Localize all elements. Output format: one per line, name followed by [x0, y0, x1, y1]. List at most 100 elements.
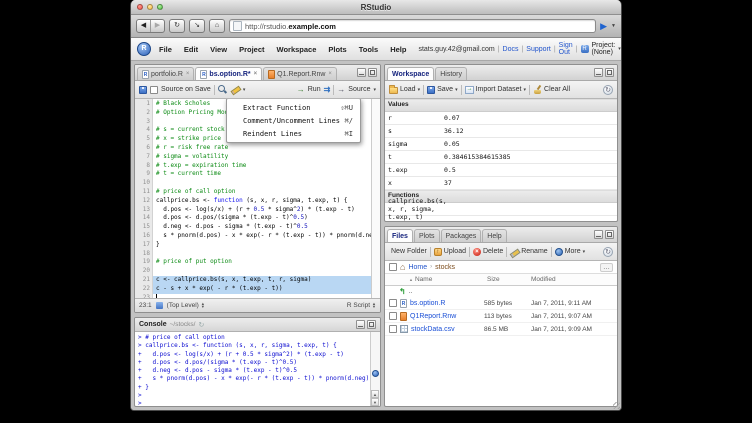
- code-line[interactable]: # t.exp = expiration time: [156, 162, 371, 171]
- more-button[interactable]: More▾: [555, 248, 585, 256]
- workspace-row[interactable]: t.exp0.5: [385, 164, 617, 177]
- refresh-icon[interactable]: [603, 85, 613, 95]
- menu-item-extract-function[interactable]: Extract Function⇧⌘U: [227, 101, 360, 114]
- workspace-row[interactable]: sigma0.05: [385, 138, 617, 151]
- maximize-pane-icon[interactable]: [605, 68, 614, 77]
- window-titlebar[interactable]: RStudio: [131, 0, 621, 15]
- scroll-down-icon[interactable]: ▼: [371, 398, 379, 406]
- toolbar-caret-icon[interactable]: ▼: [611, 23, 616, 29]
- link-support[interactable]: Support: [526, 46, 551, 53]
- breadcrumb-home[interactable]: Home: [408, 264, 427, 271]
- column-size[interactable]: Size: [487, 276, 531, 283]
- source-on-save-checkbox[interactable]: [150, 86, 158, 94]
- breadcrumb-overflow[interactable]: …: [600, 263, 613, 272]
- project-selector[interactable]: Project: (None): [592, 42, 616, 56]
- play-icon[interactable]: ▶: [600, 20, 607, 32]
- refresh-icon[interactable]: [603, 247, 613, 257]
- import-dataset-button[interactable]: Import Dataset▾: [465, 86, 526, 94]
- file-row[interactable]: Q1Report.Rnw113 bytesJan 7, 2011, 9:07 A…: [385, 310, 617, 323]
- menu-workspace[interactable]: Workspace: [277, 45, 317, 54]
- rerun-icon[interactable]: ⇉: [324, 85, 331, 94]
- menu-item-reindent-lines[interactable]: Reindent Lines⌘I: [227, 127, 360, 140]
- code-line[interactable]: c - s + x * exp( - r * (t.exp - t)): [153, 285, 371, 294]
- close-tab-icon[interactable]: ×: [254, 71, 258, 77]
- workspace-row[interactable]: s36.12: [385, 125, 617, 138]
- save-button[interactable]: Save▾: [427, 86, 457, 94]
- link-sign-out[interactable]: Sign Out: [559, 42, 573, 56]
- code-line[interactable]: # t = current time: [156, 170, 371, 179]
- menu-plots[interactable]: Plots: [328, 45, 346, 54]
- code-line[interactable]: c <- callprice.bs(s, x, t.exp, t, r, sig…: [153, 276, 371, 285]
- file-row[interactable]: stockData.csv86.5 MBJan 7, 2011, 9:09 AM: [385, 323, 617, 336]
- maximize-pane-icon[interactable]: [368, 68, 377, 77]
- menu-edit[interactable]: Edit: [184, 45, 198, 54]
- file-name-link[interactable]: Q1Report.Rnw: [400, 312, 481, 321]
- resize-grip[interactable]: [613, 402, 620, 409]
- parent-directory-row[interactable]: ..: [385, 286, 617, 297]
- code-line[interactable]: d.pos <- d.pos/(sigma * (t.exp - t)^0.5): [156, 214, 371, 223]
- file-checkbox[interactable]: [389, 325, 397, 333]
- menu-tools[interactable]: Tools: [359, 45, 378, 54]
- tab-bs-option-r[interactable]: bs.option.R*×: [195, 67, 262, 80]
- clear-all-button[interactable]: Clear All: [533, 85, 570, 94]
- file-name-link[interactable]: bs.option.R: [400, 299, 481, 308]
- menu-help[interactable]: Help: [390, 45, 406, 54]
- run-button[interactable]: Run: [308, 86, 321, 93]
- code-line[interactable]: d.neg <- d.pos - sigma * (t.exp - t)^0.5: [156, 223, 371, 232]
- workspace-row[interactable]: r0.07: [385, 112, 617, 125]
- tab-packages[interactable]: Packages: [441, 229, 482, 242]
- source-button[interactable]: Source: [348, 86, 370, 93]
- close-tab-icon[interactable]: ×: [186, 71, 190, 77]
- workspace-row[interactable]: x37: [385, 177, 617, 190]
- editor-scrollbar[interactable]: [371, 99, 380, 298]
- code-line[interactable]: callprice.bs <- function (s, x, r, sigma…: [156, 197, 371, 206]
- save-icon[interactable]: [139, 86, 147, 94]
- code-tools-icon[interactable]: [230, 85, 240, 94]
- new-folder-button[interactable]: New Folder: [389, 248, 427, 255]
- back-button[interactable]: ◀: [137, 20, 150, 32]
- select-all-checkbox[interactable]: [389, 263, 397, 271]
- fullscreen-button[interactable]: ↘: [189, 19, 205, 33]
- maximize-pane-icon[interactable]: [605, 230, 614, 239]
- code-line[interactable]: # price of call option: [156, 188, 371, 197]
- code-line[interactable]: [156, 267, 371, 276]
- minimize-pane-icon[interactable]: [357, 68, 366, 77]
- code-line[interactable]: [156, 250, 371, 259]
- file-checkbox[interactable]: [389, 312, 397, 320]
- code-editor[interactable]: 1234567891011121314151617181920212223 # …: [135, 99, 380, 298]
- address-bar[interactable]: http://rstudio.example.com: [229, 19, 596, 33]
- tab-workspace[interactable]: Workspace: [387, 67, 434, 80]
- file-type-selector[interactable]: R Script: [347, 302, 376, 309]
- forward-button[interactable]: ▶: [150, 20, 164, 32]
- rename-button[interactable]: Rename: [510, 248, 547, 256]
- tab-portfolio-r[interactable]: portfolio.R×: [137, 67, 194, 80]
- console-output[interactable]: > # price of call option> callprice.bs <…: [135, 332, 370, 406]
- code-line[interactable]: # r = risk free rate: [156, 144, 371, 153]
- file-name-link[interactable]: stockData.csv: [400, 325, 481, 333]
- home-button[interactable]: ⌂: [209, 19, 225, 33]
- find-icon[interactable]: [218, 85, 227, 94]
- code-line[interactable]: [156, 179, 371, 188]
- minimize-pane-icon[interactable]: [594, 230, 603, 239]
- tab-plots[interactable]: Plots: [414, 229, 440, 242]
- tab-help[interactable]: Help: [482, 229, 506, 242]
- file-checkbox[interactable]: [389, 299, 397, 307]
- code-line[interactable]: # price of put option: [156, 258, 371, 267]
- scope-selector[interactable]: (Top Level): [167, 302, 205, 309]
- home-icon[interactable]: [400, 263, 405, 272]
- tab-q1-report-rnw[interactable]: Q1.Report.Rnw×: [263, 67, 337, 80]
- column-name[interactable]: ▲Name: [385, 276, 487, 283]
- column-modified[interactable]: Modified: [531, 276, 617, 283]
- code-line[interactable]: [156, 294, 371, 298]
- scroll-up-icon[interactable]: ▲: [371, 390, 379, 398]
- code-line[interactable]: # sigma = volatility: [156, 153, 371, 162]
- menu-item-comment-uncomment-lines[interactable]: Comment/Uncomment Lines⌘/: [227, 114, 360, 127]
- minimize-pane-icon[interactable]: [356, 320, 365, 329]
- file-row[interactable]: bs.option.R585 bytesJan 7, 2011, 9:11 AM: [385, 297, 617, 310]
- workspace-row[interactable]: t0.384615384615385: [385, 151, 617, 164]
- code-line[interactable]: s * pnorm(d.pos) - x * exp(- r * (t.exp …: [156, 232, 371, 241]
- project-caret-icon[interactable]: ▾: [618, 46, 621, 52]
- menu-project[interactable]: Project: [239, 45, 264, 54]
- upload-button[interactable]: Upload: [434, 248, 466, 256]
- code-tools-caret-icon[interactable]: ▾: [243, 87, 246, 93]
